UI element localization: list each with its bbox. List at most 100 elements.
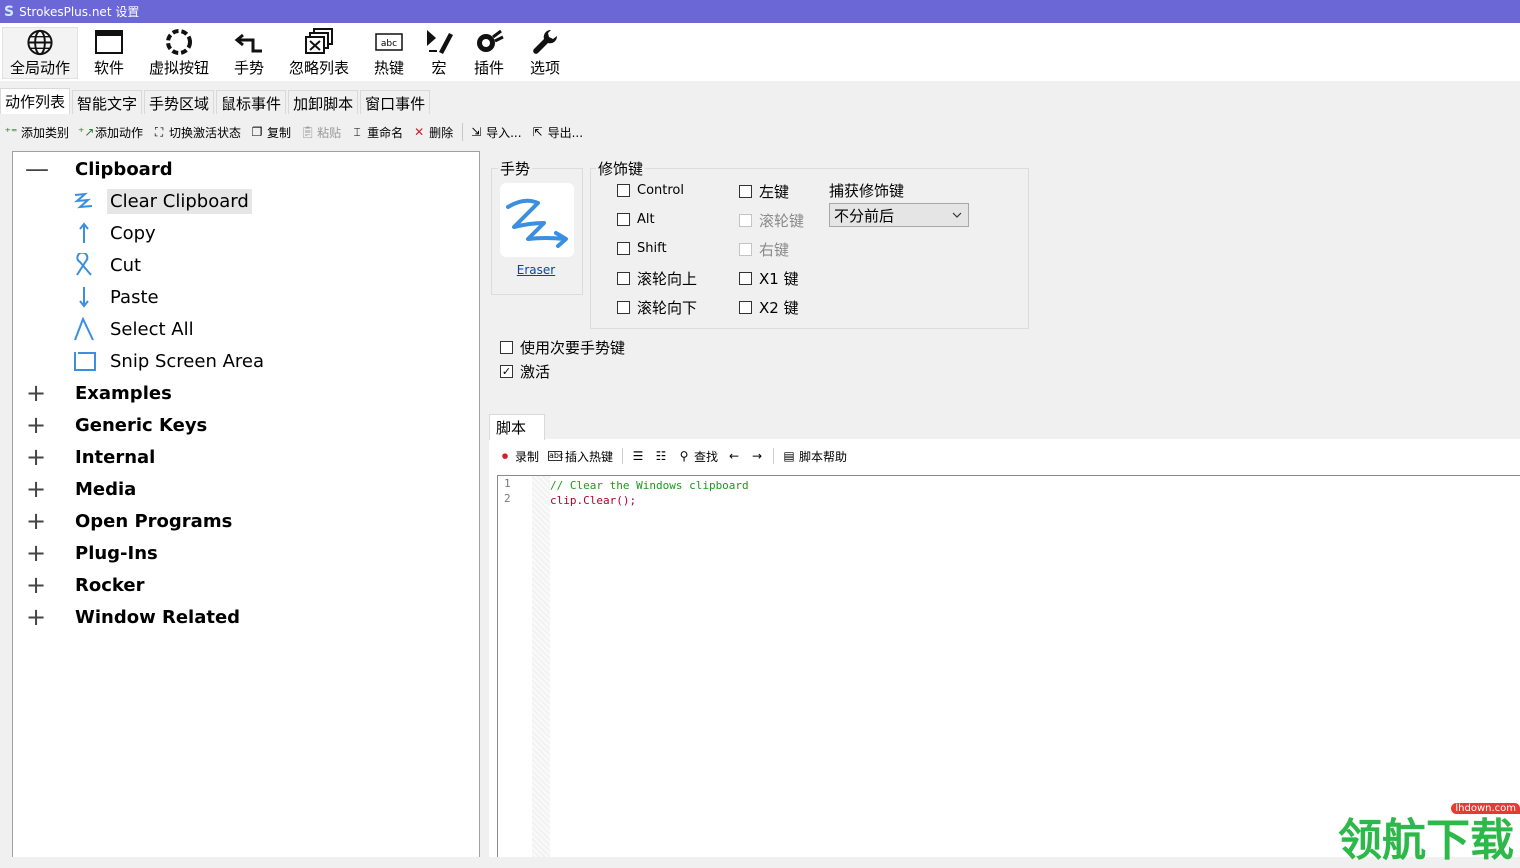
copy-button[interactable]: ❐ 复制 — [250, 124, 291, 141]
title-bar: S StrokesPlus.net 设置 — [0, 0, 1520, 23]
button-label: 查找 — [694, 449, 719, 464]
control-checkbox[interactable]: Control — [617, 183, 684, 198]
toolbar-macros-button[interactable]: 宏 — [422, 27, 456, 79]
tree-category-examples[interactable]: + Examples — [25, 378, 172, 408]
back-button[interactable]: ← — [727, 449, 741, 463]
secondary-gesture-checkbox[interactable]: 使用次要手势键 — [500, 337, 625, 358]
expand-icon[interactable]: + — [25, 477, 47, 501]
macro-icon — [427, 30, 453, 54]
expand-icon[interactable]: + — [25, 541, 47, 565]
button-label: 导入... — [486, 125, 522, 140]
tree-action-cut[interactable]: Cut — [71, 250, 144, 280]
toolbar-ignore-list-button[interactable]: 忽略列表 — [284, 27, 354, 79]
right-button-checkbox[interactable]: 右键 — [739, 239, 789, 260]
toolbar-label: 宏 — [431, 59, 447, 77]
tab-load-unload-scripts[interactable]: 加卸脚本 — [288, 90, 359, 114]
toolbar-options-button[interactable]: 选项 — [524, 27, 566, 79]
toolbar-plugins-button[interactable]: 插件 — [468, 27, 510, 79]
checkbox-label: 使用次要手势键 — [520, 339, 626, 357]
tree-category-rocker[interactable]: + Rocker — [25, 570, 145, 600]
indent-button[interactable]: ☰ — [631, 449, 645, 463]
tab-smart-text[interactable]: 智能文字 — [72, 90, 143, 114]
forward-button[interactable]: → — [750, 449, 764, 463]
button-label: 重命名 — [367, 125, 404, 140]
insert-hotkey-button[interactable]: abc 插入热键 — [548, 448, 613, 465]
expand-icon[interactable]: + — [25, 445, 47, 469]
toolbar-separator — [773, 448, 775, 464]
wheel-down-checkbox[interactable]: 滚轮向下 — [617, 297, 697, 318]
shift-checkbox[interactable]: Shift — [617, 241, 667, 256]
tree-action-select-all[interactable]: Select All — [71, 314, 197, 344]
capture-modifiers-select[interactable]: 不分前后 — [829, 203, 969, 227]
button-label: 添加类别 — [21, 125, 70, 140]
toolbar-hotkeys-button[interactable]: abc 热键 — [368, 27, 410, 79]
button-label: 复制 — [267, 125, 292, 140]
script-help-button[interactable]: ▤ 脚本帮助 — [782, 448, 847, 465]
tree-category-clipboard[interactable]: — Clipboard — [25, 154, 173, 184]
record-button[interactable]: ⏺ 录制 — [498, 448, 539, 465]
expand-icon[interactable]: + — [25, 605, 47, 629]
gesture-name-link[interactable]: Eraser — [500, 263, 572, 277]
x1-button-checkbox[interactable]: X1 键 — [739, 268, 799, 289]
gesture-preview[interactable] — [500, 183, 574, 257]
expand-icon[interactable]: + — [25, 573, 47, 597]
toolbar-label: 虚拟按钮 — [148, 59, 209, 77]
check-mark-icon: ✓ — [500, 365, 513, 378]
code-content[interactable]: // Clear the Windows clipboard clip.Clea… — [550, 478, 749, 508]
checkbox-box — [617, 184, 630, 197]
tab-window-events[interactable]: 窗口事件 — [360, 90, 431, 114]
tree-action-paste[interactable]: Paste — [71, 282, 162, 312]
line-number: 1 — [504, 477, 511, 490]
x2-button-checkbox[interactable]: X2 键 — [739, 297, 799, 318]
hotkey-icon: abc — [548, 451, 564, 461]
export-button[interactable]: ⇱ 导出... — [531, 124, 583, 141]
modifier-keys-title: 修饰键 — [596, 158, 646, 179]
add-category-button[interactable]: ⁺⁼ 添加类别 — [4, 124, 69, 141]
tree-action-copy[interactable]: Copy — [71, 218, 159, 248]
action-label: Snip Screen Area — [110, 350, 265, 372]
record-icon: ⏺ — [501, 449, 508, 463]
delete-button[interactable]: ✕ 删除 — [412, 124, 453, 141]
tree-category-internal[interactable]: + Internal — [25, 442, 155, 472]
tree-action-clear-clipboard[interactable]: Clear Clipboard — [71, 186, 252, 216]
tree-action-snip-screen-area[interactable]: Snip Screen Area — [71, 346, 267, 376]
alt-checkbox[interactable]: Alt — [617, 212, 655, 227]
action-label: Clear Clipboard — [107, 188, 252, 214]
collapse-icon[interactable]: — — [25, 157, 49, 181]
import-button[interactable]: ⇲ 导入... — [469, 124, 521, 141]
toolbar-virtual-buttons-button[interactable]: 虚拟按钮 — [144, 27, 214, 79]
outdent-button[interactable]: ☷ — [654, 449, 668, 463]
tab-script[interactable]: 脚本 — [489, 414, 545, 440]
tab-mouse-events[interactable]: 鼠标事件 — [216, 90, 287, 114]
paste-button[interactable]: 📋︎ 粘贴 — [300, 124, 341, 141]
rename-button[interactable]: ⌶ 重命名 — [350, 124, 403, 141]
tree-category-plug-ins[interactable]: + Plug-Ins — [25, 538, 158, 568]
tree-category-media[interactable]: + Media — [25, 474, 136, 504]
category-label: Generic Keys — [75, 414, 208, 436]
tree-category-open-programs[interactable]: + Open Programs — [25, 506, 232, 536]
toolbar-software-button[interactable]: 软件 — [86, 27, 132, 79]
toolbar-global-actions-button[interactable]: 全局动作 — [2, 27, 78, 79]
line-number: 2 — [504, 492, 511, 505]
add-action-button[interactable]: ⁺↗ 添加动作 — [78, 124, 143, 141]
button-label: 脚本帮助 — [799, 449, 848, 464]
tab-gesture-areas[interactable]: 手势区域 — [144, 90, 215, 114]
toolbar-separator — [462, 123, 464, 141]
expand-icon[interactable]: + — [25, 381, 47, 405]
active-checkbox[interactable]: ✓ 激活 — [500, 361, 550, 382]
tab-action-list[interactable]: 动作列表 — [0, 88, 71, 114]
action-tree[interactable]: — Clipboard Clear Clipboard Copy Cut Pas… — [12, 151, 480, 857]
expand-icon[interactable]: + — [25, 509, 47, 533]
checkbox-label: 左键 — [759, 183, 790, 201]
tab-strip: 动作列表 智能文字 手势区域 鼠标事件 加卸脚本 窗口事件 — [0, 88, 432, 114]
toolbar-gestures-button[interactable]: 手势 — [228, 27, 270, 79]
left-button-checkbox[interactable]: 左键 — [739, 181, 789, 202]
tree-category-generic-keys[interactable]: + Generic Keys — [25, 410, 207, 440]
checkbox-box — [617, 213, 630, 226]
wheel-button-checkbox[interactable]: 滚轮键 — [739, 210, 804, 231]
tree-category-window-related[interactable]: + Window Related — [25, 602, 240, 632]
wheel-up-checkbox[interactable]: 滚轮向上 — [617, 268, 697, 289]
find-button[interactable]: ⚲ 查找 — [677, 448, 718, 465]
toggle-active-button[interactable]: ⛶ 切换激活状态 — [152, 124, 241, 141]
expand-icon[interactable]: + — [25, 413, 47, 437]
